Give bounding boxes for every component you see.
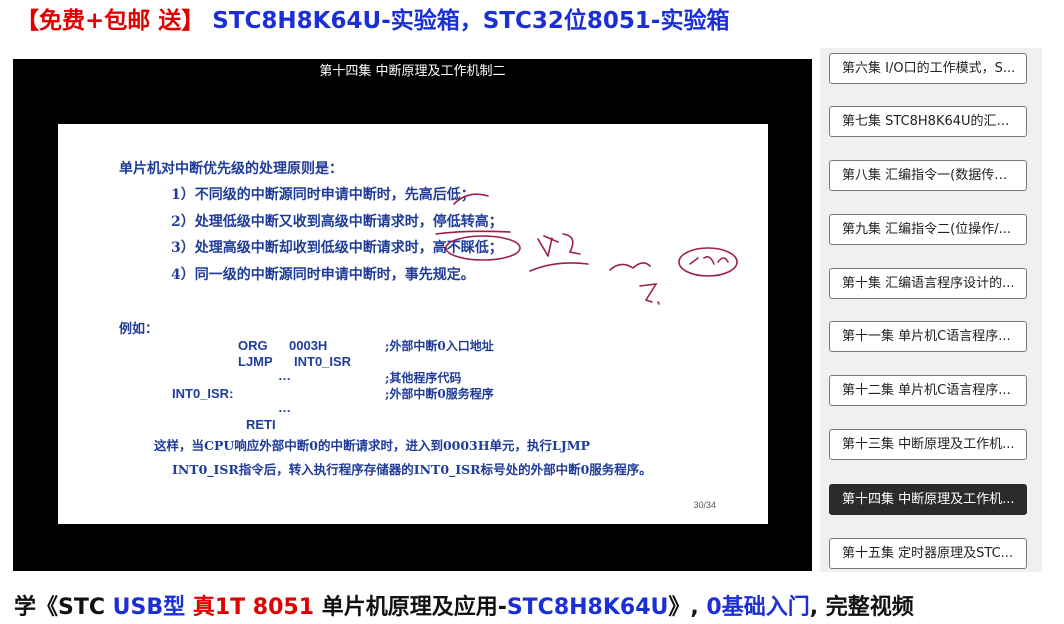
course-title-part-2: USB型 <box>112 595 193 620</box>
course-title-part-6: 》, <box>668 595 707 620</box>
episode-item-8[interactable]: 第八集 汇编指令一(数据传送... <box>829 160 1027 191</box>
circle-mark-rule-3 <box>445 235 521 261</box>
episode-item-13[interactable]: 第十三集 中断原理及工作机... <box>829 429 1027 460</box>
video-player[interactable]: 第十四集 中断原理及工作机制二 单片机对中断优先级的处理原则是： 1）不同级的中… <box>13 59 812 571</box>
lecture-slide: 单片机对中断优先级的处理原则是： 1）不同级的中断源同时申请中断时，先高后低； … <box>58 124 768 524</box>
episode-playlist[interactable]: 第六集 I/O口的工作模式，S... 第七集 STC8H8K64U的汇编... … <box>820 48 1042 572</box>
promo-products: STC8H8K64U-实验箱，STC32位8051-实验箱 <box>212 8 730 34</box>
promo-banner: 【免费+包邮 送】 STC8H8K64U-实验箱，STC32位8051-实验箱 <box>16 6 729 36</box>
episode-item-12[interactable]: 第十二集 单片机C语言程序... <box>829 375 1027 406</box>
episode-item-6[interactable]: 第六集 I/O口的工作模式，S... <box>829 53 1027 84</box>
strike-mark-1 <box>453 193 489 205</box>
course-title-banner: 学《STC USB型 真1T 8051 单片机原理及应用-STC8H8K64U》… <box>14 593 914 623</box>
episode-item-7[interactable]: 第七集 STC8H8K64U的汇编... <box>829 106 1027 137</box>
underline-rule-2 <box>435 230 511 235</box>
course-title-part-7: 0基础入门 <box>706 595 810 620</box>
handwriting-mark-4 <box>639 282 660 305</box>
course-title-part-3: 真1T 8051 <box>192 595 322 620</box>
episode-item-15[interactable]: 第十五集 定时器原理及STC... <box>829 538 1027 569</box>
handwriting-mark-2 <box>609 262 651 271</box>
promo-text: 【免费+包邮 送】 <box>16 8 205 34</box>
episode-item-10[interactable]: 第十集 汇编语言程序设计的... <box>829 268 1027 299</box>
handwriting-mark-1 <box>537 233 581 257</box>
video-title: 第十四集 中断原理及工作机制二 <box>319 64 506 79</box>
course-title-part-1: 学《STC <box>14 595 113 620</box>
course-title-part-5: STC8H8K64U <box>506 595 669 620</box>
course-title-part-4: 单片机原理及应用- <box>321 595 507 620</box>
handwriting-mark-3 <box>689 256 729 265</box>
underline-mark <box>529 262 589 272</box>
course-title-part-8: , 完整视频 <box>809 595 914 620</box>
episode-item-11[interactable]: 第十一集 单片机C语言程序... <box>829 321 1027 352</box>
episode-item-14-active[interactable]: 第十四集 中断原理及工作机... <box>829 484 1027 515</box>
handwritten-annotations <box>435 193 738 305</box>
episode-item-9[interactable]: 第九集 汇编指令二(位操作/... <box>829 214 1027 245</box>
